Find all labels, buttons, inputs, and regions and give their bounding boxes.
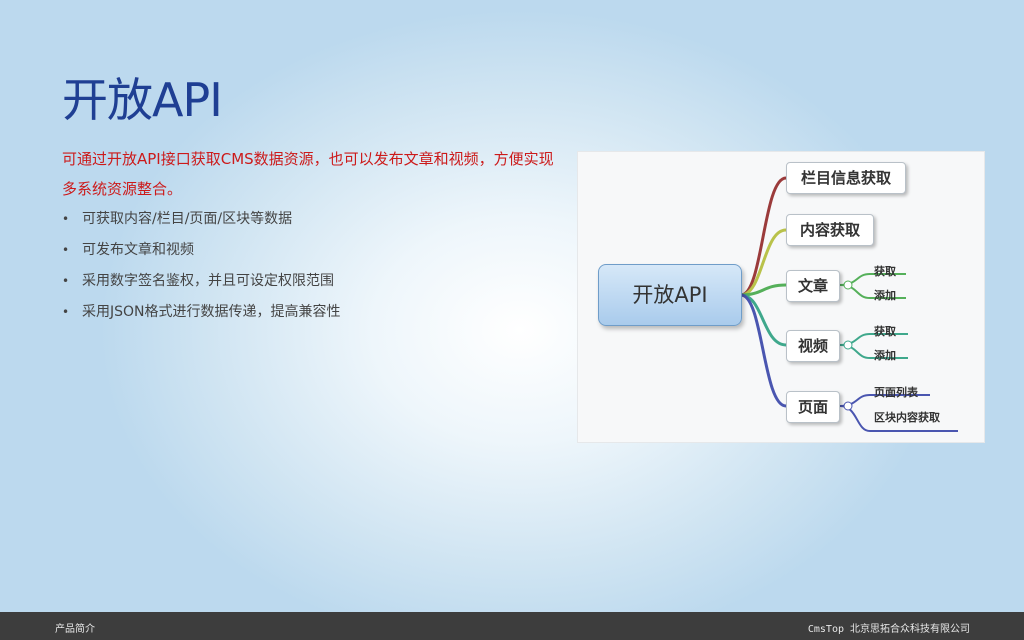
mindmap-image: 开放API 栏目信息获取 内容获取 文章 视频 页面 获取 添加 获取 添加 页… bbox=[577, 151, 985, 443]
mindmap-node-page: 页面 bbox=[786, 391, 840, 423]
list-item: • 可获取内容/栏目/页面/区块等数据 bbox=[62, 204, 341, 235]
mindmap-leaf: 区块内容获取 bbox=[874, 411, 940, 424]
list-item: • 采用数字签名鉴权，并且可设定权限范围 bbox=[62, 266, 341, 297]
mindmap-node-video: 视频 bbox=[786, 330, 840, 362]
bullet-list: • 可获取内容/栏目/页面/区块等数据 • 可发布文章和视频 • 采用数字签名鉴权，并… bbox=[62, 204, 341, 328]
list-item: • 采用JSON格式进行数据传递，提高兼容性 bbox=[62, 297, 341, 328]
bullet-icon: • bbox=[62, 243, 70, 257]
footer-company-name: 北京思拓合众科技有限公司 bbox=[850, 624, 970, 635]
bullet-icon: • bbox=[62, 212, 70, 226]
mindmap-leaf: 页面列表 bbox=[874, 386, 918, 399]
mindmap-leaf: 添加 bbox=[874, 349, 896, 362]
footer-company: CmsTop 北京思拓合众科技有限公司 bbox=[808, 620, 970, 635]
footer-bar: 产品简介 CmsTop 北京思拓合众科技有限公司 bbox=[0, 612, 1024, 640]
collapse-icon bbox=[843, 280, 853, 290]
collapse-icon bbox=[843, 401, 853, 411]
slide-lead-text: 可通过开放API接口获取CMS数据资源，也可以发布文章和视频，方便实现多系统资源… bbox=[62, 150, 554, 198]
bullet-text: 可发布文章和视频 bbox=[82, 242, 194, 258]
mindmap-leaf: 添加 bbox=[874, 289, 896, 302]
footer-brand: CmsTop bbox=[807, 624, 844, 635]
connector-line bbox=[740, 176, 787, 297]
bullet-icon: • bbox=[62, 305, 70, 319]
connector-line bbox=[740, 293, 787, 408]
mindmap-node-content: 内容获取 bbox=[786, 214, 874, 246]
bullet-text: 采用JSON格式进行数据传递，提高兼容性 bbox=[82, 304, 341, 320]
mindmap-leaf: 获取 bbox=[874, 265, 896, 278]
mindmap-leaf: 获取 bbox=[874, 325, 896, 338]
bullet-text: 可获取内容/栏目/页面/区块等数据 bbox=[82, 211, 293, 227]
slide-title: 开放API bbox=[62, 73, 223, 127]
connector-line bbox=[740, 293, 787, 347]
mindmap-node-column-info: 栏目信息获取 bbox=[786, 162, 906, 194]
mindmap-node-article: 文章 bbox=[786, 270, 840, 302]
list-item: • 可发布文章和视频 bbox=[62, 235, 341, 266]
mindmap-root-node: 开放API bbox=[598, 264, 742, 326]
footer-section-label: 产品简介 bbox=[55, 624, 95, 635]
collapse-icon bbox=[843, 340, 853, 350]
bullet-icon: • bbox=[62, 274, 70, 288]
bullet-text: 采用数字签名鉴权，并且可设定权限范围 bbox=[82, 273, 334, 289]
